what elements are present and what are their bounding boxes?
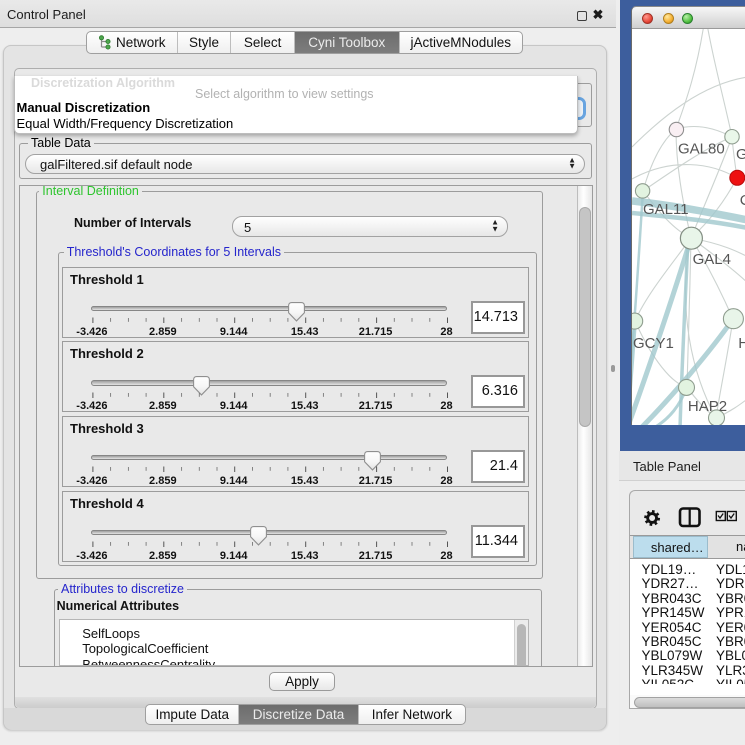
svg-text:HAP2: HAP2 — [688, 398, 727, 415]
svg-text:GCY1: GCY1 — [633, 335, 674, 352]
svg-text:C: C — [740, 192, 745, 209]
svg-text:H: H — [738, 335, 745, 352]
svg-text:GA: GA — [736, 146, 745, 163]
svg-text:GAL4: GAL4 — [693, 251, 731, 268]
svg-text:GAL80: GAL80 — [678, 141, 725, 158]
svg-text:GAL11: GAL11 — [643, 201, 689, 218]
